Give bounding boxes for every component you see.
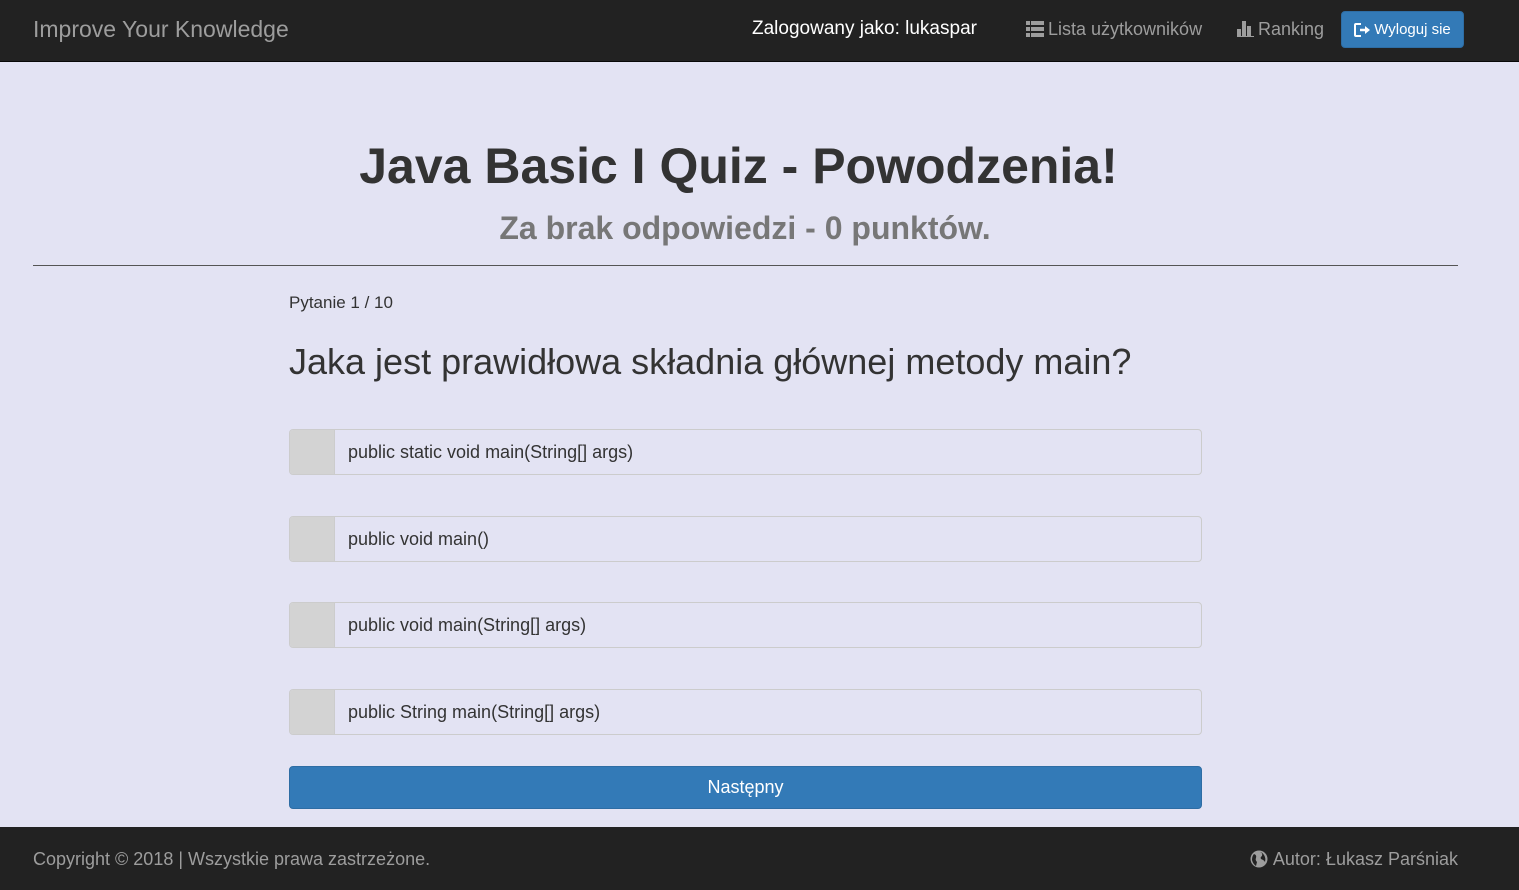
logged-in-user: Zalogowany jako: lukaspar	[752, 18, 977, 39]
logout-icon	[1354, 22, 1371, 37]
answer-select-box[interactable]	[290, 517, 335, 561]
quiz-title: Java Basic I Quiz - Powodzenia!	[359, 138, 1118, 194]
answer-option-1[interactable]: public static void main(String[] args)	[289, 429, 1202, 475]
copyright-text: Copyright © 2018 | Wszystkie prawa zastr…	[33, 849, 431, 869]
answer-option-3[interactable]: public void main(String[] args)	[289, 602, 1202, 648]
answer-select-box[interactable]	[290, 603, 335, 647]
brand-link[interactable]: Improve Your Knowledge	[33, 15, 289, 43]
bar-chart-icon	[1237, 21, 1254, 37]
answer-select-box[interactable]	[290, 430, 335, 474]
top-navbar: Improve Your Knowledge Zalogowany jako: …	[0, 0, 1519, 62]
answer-text: public void main(String[] args)	[348, 614, 587, 635]
next-button[interactable]: Następny	[289, 766, 1202, 809]
answer-option-4[interactable]: public String main(String[] args)	[289, 689, 1202, 735]
ranking-link[interactable]: Ranking	[1237, 17, 1324, 41]
logout-label: Wyloguj sie	[1374, 21, 1451, 38]
page-footer: Copyright © 2018 | Wszystkie prawa zastr…	[0, 827, 1519, 890]
ranking-label: Ranking	[1258, 19, 1325, 39]
answer-text: public String main(String[] args)	[348, 701, 601, 722]
list-icon	[1026, 21, 1044, 37]
answer-text: public static void main(String[] args)	[348, 441, 634, 462]
logout-button[interactable]: Wyloguj sie	[1341, 11, 1464, 48]
answer-text: public void main()	[348, 528, 490, 549]
users-list-link[interactable]: Lista użytkowników	[1026, 17, 1202, 41]
users-list-label: Lista użytkowników	[1048, 19, 1203, 39]
header-divider	[33, 265, 1458, 266]
author-info: Autor: Łukasz Parśniak	[1250, 848, 1458, 870]
answer-option-2[interactable]: public void main()	[289, 516, 1202, 562]
author-name: Autor: Łukasz Parśniak	[1272, 849, 1458, 869]
question-text: Jaka jest prawidłowa składnia głównej me…	[289, 341, 1132, 382]
question-counter: Pytanie 1 / 10	[289, 293, 393, 312]
globe-icon	[1250, 850, 1268, 868]
answer-select-box[interactable]	[290, 690, 335, 734]
quiz-subtitle: Za brak odpowiedzi - 0 punktów.	[499, 210, 991, 246]
